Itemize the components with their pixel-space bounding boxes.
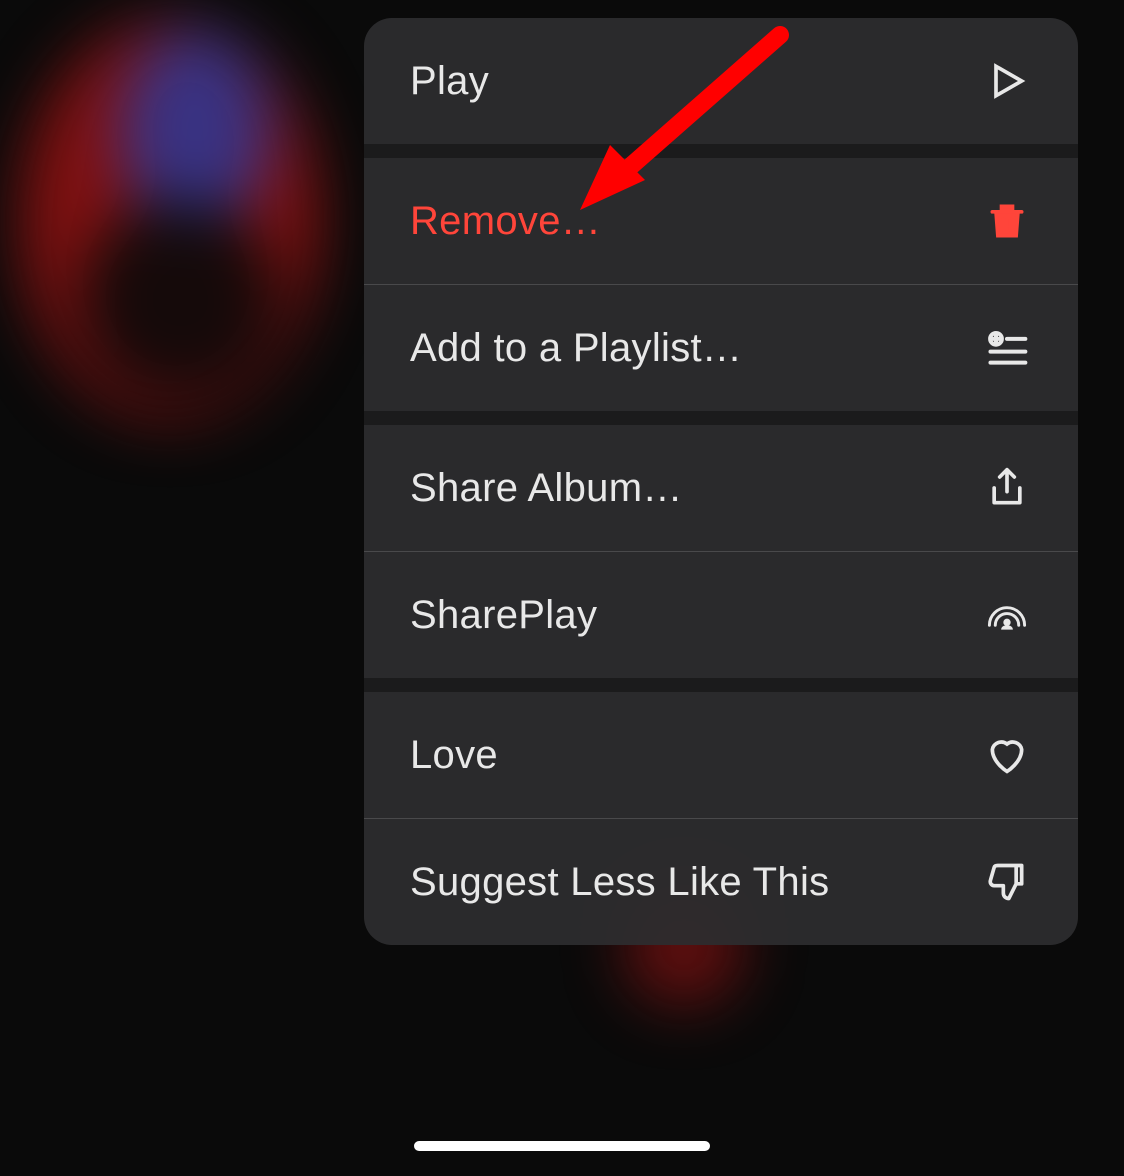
context-menu: Play Remove… Add to a Playlist… [364, 18, 1078, 945]
menu-item-label: Love [410, 733, 498, 778]
section-divider [364, 144, 1078, 158]
menu-item-label: Share Album… [410, 466, 683, 511]
menu-item-share-album[interactable]: Share Album… [364, 425, 1078, 551]
shareplay-icon [982, 590, 1032, 640]
playlist-add-icon [982, 323, 1032, 373]
trash-icon [982, 196, 1032, 246]
menu-item-shareplay[interactable]: SharePlay [364, 552, 1078, 678]
menu-item-suggest-less[interactable]: Suggest Less Like This [364, 819, 1078, 945]
menu-item-label: Remove… [410, 199, 601, 244]
heart-icon [982, 730, 1032, 780]
home-indicator[interactable] [414, 1141, 710, 1151]
section-divider [364, 678, 1078, 692]
menu-item-label: Add to a Playlist… [410, 326, 742, 371]
thumbs-down-icon [982, 857, 1032, 907]
menu-item-label: SharePlay [410, 593, 597, 638]
menu-item-love[interactable]: Love [364, 692, 1078, 818]
section-divider [364, 411, 1078, 425]
menu-item-remove[interactable]: Remove… [364, 158, 1078, 284]
menu-item-play[interactable]: Play [364, 18, 1078, 144]
play-icon [982, 56, 1032, 106]
share-icon [982, 463, 1032, 513]
menu-item-label: Play [410, 59, 489, 104]
menu-item-add-to-playlist[interactable]: Add to a Playlist… [364, 285, 1078, 411]
menu-item-label: Suggest Less Like This [410, 860, 829, 905]
